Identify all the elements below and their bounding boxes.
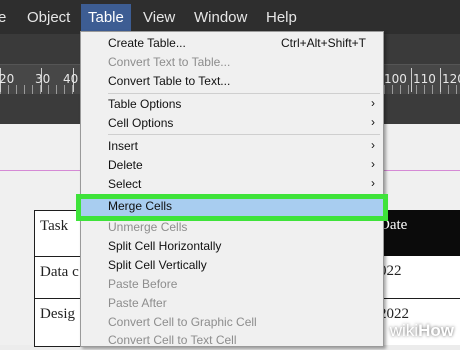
wikihow-watermark: wikiHow xyxy=(390,321,454,341)
submenu-arrow-icon: › xyxy=(371,96,375,110)
cell-text: Task xyxy=(40,218,69,234)
menu-table[interactable]: Table xyxy=(81,4,131,32)
ruler-number: 110 xyxy=(413,72,436,86)
menu-edit[interactable]: e xyxy=(0,9,6,27)
menu-item-label: Insert xyxy=(108,139,139,153)
menu-item-insert[interactable]: Insert › xyxy=(81,137,383,156)
submenu-arrow-icon: › xyxy=(371,138,375,152)
menu-item-table-options[interactable]: Table Options › xyxy=(81,95,383,114)
ruler-major-tick xyxy=(440,68,441,92)
menu-item-label: Unmerge Cells xyxy=(108,220,188,234)
menu-item-label: Select xyxy=(108,177,142,191)
cell-text: Data c xyxy=(40,264,79,280)
menu-item-split-cell-horizontally[interactable]: Split Cell Horizontally xyxy=(81,237,383,256)
watermark-how: How xyxy=(418,321,454,340)
menu-item-cell-options[interactable]: Cell Options › xyxy=(81,114,383,133)
menu-item-shortcut: Ctrl+Alt+Shift+T xyxy=(280,36,366,50)
menu-item-select[interactable]: Select › xyxy=(81,175,383,194)
ruler-number: 100 xyxy=(384,72,407,86)
menu-item-label: Convert Text to Table... xyxy=(108,55,231,69)
menu-object[interactable]: Object xyxy=(27,9,70,27)
menu-item-split-cell-vertically[interactable]: Split Cell Vertically xyxy=(81,256,383,275)
menu-item-convert-cell-to-graphic-cell[interactable]: Convert Cell to Graphic Cell xyxy=(81,313,383,332)
menu-help[interactable]: Help xyxy=(266,9,297,27)
menu-view[interactable]: View xyxy=(143,9,175,27)
menu-separator xyxy=(108,134,380,135)
menu-item-paste-after[interactable]: Paste After xyxy=(81,294,383,313)
submenu-arrow-icon: › xyxy=(371,115,375,129)
table-dropdown-menu: Create Table... Ctrl+Alt+Shift+T Convert… xyxy=(76,31,388,350)
menu-item-merge-cells[interactable]: Merge Cells xyxy=(76,194,388,221)
ruler-number: 120 xyxy=(442,72,460,86)
menu-window[interactable]: Window xyxy=(194,9,247,27)
submenu-arrow-icon: › xyxy=(371,176,375,190)
menu-item-label: Paste Before xyxy=(108,277,178,291)
watermark-wiki: wiki xyxy=(389,321,419,340)
menu-item-paste-before[interactable]: Paste Before xyxy=(81,275,383,294)
menu-item-label: Cell Options xyxy=(108,116,174,130)
menu-item-convert-table-to-text[interactable]: Convert Table to Text... xyxy=(81,72,383,91)
menu-item-label: Paste After xyxy=(108,296,167,310)
ruler-number: 20 xyxy=(0,72,15,86)
menu-item-label: Delete xyxy=(108,158,143,172)
menu-item-convert-text-to-table[interactable]: Convert Text to Table... xyxy=(81,53,383,72)
menu-item-label: Convert Table to Text... xyxy=(108,74,231,88)
menu-item-label: Table Options xyxy=(108,97,182,111)
menu-item-label: Merge Cells xyxy=(108,199,173,213)
menu-item-label: Split Cell Vertically xyxy=(108,258,207,272)
submenu-arrow-icon: › xyxy=(371,157,375,171)
table-cell[interactable]: 022 xyxy=(372,256,460,298)
menu-item-delete[interactable]: Delete › xyxy=(81,156,383,175)
menu-item-label: Split Cell Horizontally xyxy=(108,239,222,253)
menu-item-create-table[interactable]: Create Table... Ctrl+Alt+Shift+T xyxy=(81,34,383,53)
ruler-number: 30 xyxy=(35,72,51,86)
menubar: e Object Table View Window Help xyxy=(0,0,460,34)
menu-item-unmerge-cells[interactable]: Unmerge Cells xyxy=(81,218,383,237)
menu-item-label: Convert Cell to Graphic Cell xyxy=(108,315,257,329)
ruler-number: 40 xyxy=(63,72,79,86)
menu-separator xyxy=(108,93,380,94)
cell-text: Desig xyxy=(40,306,75,322)
ruler-major-tick xyxy=(411,68,412,92)
menu-item-label: Create Table... xyxy=(108,36,186,50)
menu-item-convert-cell-to-text-cell[interactable]: Convert Cell to Text Cell xyxy=(81,331,383,350)
